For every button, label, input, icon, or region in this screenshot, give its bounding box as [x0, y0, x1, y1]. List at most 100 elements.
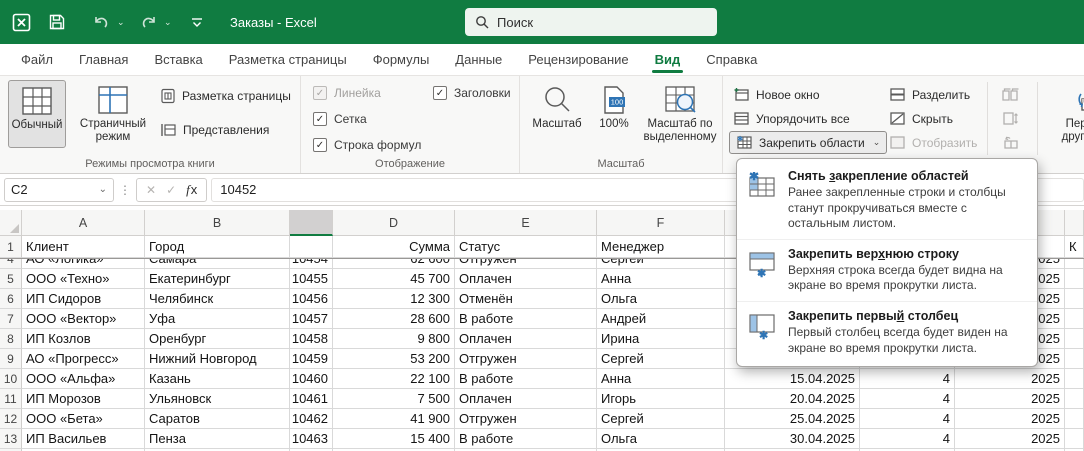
zoom-button[interactable]: Масштаб: [526, 80, 588, 148]
name-box[interactable]: C2 ⌄: [4, 177, 114, 202]
cell-F13[interactable]: Ольга: [597, 429, 725, 449]
page-layout-button[interactable]: Разметка страницы: [160, 84, 291, 107]
menu-item-unfreeze[interactable]: ✱ Снять закрепление областей Ранее закрепл…: [737, 162, 1037, 239]
cell-D5[interactable]: 45 700: [333, 269, 455, 289]
cell-A7[interactable]: ООО «Вектор»: [22, 309, 145, 329]
excel-app-icon[interactable]: [6, 7, 36, 37]
cell-E13[interactable]: В работе: [455, 429, 597, 449]
cell-J7[interactable]: [1065, 309, 1084, 329]
cell-E7[interactable]: В работе: [455, 309, 597, 329]
checkbox-formula-bar[interactable]: ✓ Строка формул: [313, 132, 421, 158]
cell-A8[interactable]: ИП Козлов: [22, 329, 145, 349]
cell-A10[interactable]: ООО «Альфа»: [22, 369, 145, 389]
cell-A4[interactable]: АО «Логика»: [22, 259, 145, 269]
cell-I11[interactable]: 2025: [955, 389, 1065, 409]
redo-icon[interactable]: [133, 7, 163, 37]
cell-C6[interactable]: 10456: [290, 289, 333, 309]
redo-dropdown-icon[interactable]: ⌄: [164, 17, 174, 28]
cell-A1[interactable]: Клиент: [22, 236, 145, 258]
cell-G11[interactable]: 20.04.2025: [725, 389, 860, 409]
cell-A5[interactable]: ООО «Техно»: [22, 269, 145, 289]
cell-F5[interactable]: Анна: [597, 269, 725, 289]
tab-insert[interactable]: Вставка: [141, 46, 215, 75]
undo-icon[interactable]: [86, 7, 116, 37]
column-header-A[interactable]: A: [22, 210, 145, 236]
cell-C5[interactable]: 10455: [290, 269, 333, 289]
cell-E4[interactable]: Отгружен: [455, 259, 597, 269]
cell-D7[interactable]: 28 600: [333, 309, 455, 329]
cell-J9[interactable]: [1065, 349, 1084, 369]
checkbox-headings-box[interactable]: ✓: [433, 86, 447, 100]
cell-I13[interactable]: 2025: [955, 429, 1065, 449]
quick-access-customize-icon[interactable]: [182, 7, 212, 37]
insert-function-icon[interactable]: fx: [186, 182, 197, 198]
custom-views-button[interactable]: Представления: [160, 118, 269, 141]
tab-review[interactable]: Рецензирование: [515, 46, 641, 75]
cell-D11[interactable]: 7 500: [333, 389, 455, 409]
cell-A12[interactable]: ООО «Бета»: [22, 409, 145, 429]
new-window-button[interactable]: Новое окно: [733, 83, 820, 106]
column-header-E[interactable]: E: [455, 210, 597, 236]
cell-C4[interactable]: 10454: [290, 259, 333, 269]
tab-view[interactable]: Вид: [642, 46, 694, 75]
cell-E12[interactable]: Отгружен: [455, 409, 597, 429]
zoom-to-selection-button[interactable]: Масштаб по выделенному: [640, 80, 720, 152]
cell-B13[interactable]: Пенза: [145, 429, 290, 449]
row-header-7[interactable]: 7: [0, 309, 22, 329]
cell-F10[interactable]: Анна: [597, 369, 725, 389]
tab-help[interactable]: Справка: [693, 46, 770, 75]
cell-H13[interactable]: 4: [860, 429, 955, 449]
cell-C8[interactable]: 10458: [290, 329, 333, 349]
cell-D12[interactable]: 41 900: [333, 409, 455, 429]
cell-D1[interactable]: Сумма: [333, 236, 455, 258]
zoom-100-button[interactable]: 100 100%: [590, 80, 638, 148]
row-header-12[interactable]: 12: [0, 409, 22, 429]
switch-windows-button[interactable]: Перейти в другое окно: [1043, 80, 1084, 152]
tab-page-layout[interactable]: Разметка страницы: [216, 46, 360, 75]
checkbox-headings[interactable]: ✓ Заголовки: [433, 80, 511, 106]
cell-F9[interactable]: Сергей: [597, 349, 725, 369]
cell-F8[interactable]: Ирина: [597, 329, 725, 349]
cell-F6[interactable]: Ольга: [597, 289, 725, 309]
cell-E1[interactable]: Статус: [455, 236, 597, 258]
cell-B1[interactable]: Город: [145, 236, 290, 258]
cell-B9[interactable]: Нижний Новгород: [145, 349, 290, 369]
row-header-10[interactable]: 10: [0, 369, 22, 389]
cell-G10[interactable]: 15.04.2025: [725, 369, 860, 389]
cell-J5[interactable]: [1065, 269, 1084, 289]
checkbox-gridlines-box[interactable]: ✓: [313, 112, 327, 126]
cell-D4[interactable]: 62 600: [333, 259, 455, 269]
cell-E10[interactable]: В работе: [455, 369, 597, 389]
freeze-panes-button[interactable]: ✱ Закрепить области ⌄: [729, 131, 888, 154]
cell-A11[interactable]: ИП Морозов: [22, 389, 145, 409]
cell-A9[interactable]: АО «Прогресс»: [22, 349, 145, 369]
split-button[interactable]: Разделить: [889, 83, 970, 106]
cell-A13[interactable]: ИП Васильев: [22, 429, 145, 449]
cell-J13[interactable]: [1065, 429, 1084, 449]
cell-E6[interactable]: Отменён: [455, 289, 597, 309]
save-icon[interactable]: [42, 7, 72, 37]
cell-C12[interactable]: 10462: [290, 409, 333, 429]
cell-E9[interactable]: Отгружен: [455, 349, 597, 369]
cell-D6[interactable]: 12 300: [333, 289, 455, 309]
search-box[interactable]: Поиск: [465, 8, 717, 36]
row-header-1[interactable]: 1: [0, 236, 22, 258]
undo-dropdown-icon[interactable]: ⌄: [117, 17, 127, 28]
select-all-corner[interactable]: [0, 210, 22, 236]
cell-F12[interactable]: Сергей: [597, 409, 725, 429]
column-header-D[interactable]: D: [333, 210, 455, 236]
cell-J12[interactable]: [1065, 409, 1084, 429]
row-header-9[interactable]: 9: [0, 349, 22, 369]
page-break-preview-button[interactable]: Страничный режим: [70, 80, 156, 152]
cell-J6[interactable]: [1065, 289, 1084, 309]
cell-J10[interactable]: [1065, 369, 1084, 389]
row-header-11[interactable]: 11: [0, 389, 22, 409]
column-header-C[interactable]: [290, 210, 333, 236]
cell-F7[interactable]: Андрей: [597, 309, 725, 329]
cell-D10[interactable]: 22 100: [333, 369, 455, 389]
cell-A6[interactable]: ИП Сидоров: [22, 289, 145, 309]
cell-E8[interactable]: Оплачен: [455, 329, 597, 349]
cell-H11[interactable]: 4: [860, 389, 955, 409]
cell-B11[interactable]: Ульяновск: [145, 389, 290, 409]
cell-B10[interactable]: Казань: [145, 369, 290, 389]
